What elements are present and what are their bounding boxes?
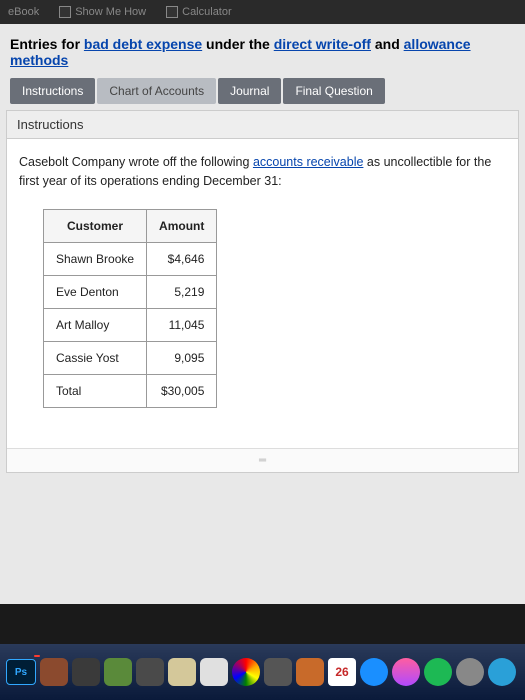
title-mid: under the <box>202 36 274 52</box>
calculator-icon <box>166 6 178 18</box>
link-direct-writeoff[interactable]: direct write-off <box>274 36 371 52</box>
table-row: Art Malloy 11,045 <box>44 308 217 341</box>
cell-customer: Total <box>44 374 147 407</box>
dock-item-app[interactable] <box>488 658 516 686</box>
show-me-how-button[interactable]: Show Me How <box>59 6 146 18</box>
calculator-label: Calculator <box>182 6 232 18</box>
ebook-button[interactable]: eBook <box>8 6 39 18</box>
link-accounts-receivable[interactable]: accounts receivable <box>253 155 363 169</box>
title-mid2: and <box>371 36 404 52</box>
cell-amount: 5,219 <box>147 275 217 308</box>
dock-item-itunes[interactable] <box>392 658 420 686</box>
dock-item-app[interactable] <box>40 658 68 686</box>
dock-item-photoshop[interactable]: Ps <box>6 659 36 685</box>
table-header-row: Customer Amount <box>44 209 217 242</box>
dock-item-app[interactable] <box>264 658 292 686</box>
cell-customer: Shawn Brooke <box>44 242 147 275</box>
table-row-total: Total $30,005 <box>44 374 217 407</box>
photoshop-icon: Ps <box>6 659 36 685</box>
cell-amount: 9,095 <box>147 341 217 374</box>
header-customer: Customer <box>44 209 147 242</box>
writeoff-table: Customer Amount Shawn Brooke $4,646 Eve … <box>43 209 217 408</box>
dock-item-app[interactable] <box>136 658 164 686</box>
cell-amount: 11,045 <box>147 308 217 341</box>
calculator-button[interactable]: Calculator <box>166 6 232 18</box>
tab-chart-of-accounts[interactable]: Chart of Accounts <box>97 78 216 104</box>
tab-bar: Instructions Chart of Accounts Journal F… <box>4 78 521 110</box>
cell-customer: Art Malloy <box>44 308 147 341</box>
header-amount: Amount <box>147 209 217 242</box>
content-area: Entries for bad debt expense under the d… <box>0 24 525 604</box>
instructions-text: Casebolt Company wrote off the following… <box>19 153 506 191</box>
panel-body: Casebolt Company wrote off the following… <box>7 139 518 448</box>
show-me-how-label: Show Me How <box>75 6 146 18</box>
cell-customer: Eve Denton <box>44 275 147 308</box>
cell-customer: Cassie Yost <box>44 341 147 374</box>
tab-final-question[interactable]: Final Question <box>283 78 384 104</box>
table-row: Shawn Brooke $4,646 <box>44 242 217 275</box>
dock-item-app[interactable] <box>168 658 196 686</box>
table-row: Eve Denton 5,219 <box>44 275 217 308</box>
dock-item-app[interactable] <box>72 658 100 686</box>
top-toolbar: eBook Show Me How Calculator <box>0 0 525 24</box>
tab-journal[interactable]: Journal <box>218 78 281 104</box>
dock-item-settings[interactable] <box>456 658 484 686</box>
ebook-label: eBook <box>8 6 39 18</box>
text-part1: Casebolt Company wrote off the following <box>19 155 253 169</box>
link-bad-debt[interactable]: bad debt expense <box>84 36 202 52</box>
dock-item-spotify[interactable] <box>424 658 452 686</box>
instructions-panel: Instructions Casebolt Company wrote off … <box>6 110 519 473</box>
dock-item-ibooks[interactable] <box>296 658 324 686</box>
panel-header: Instructions <box>7 111 518 139</box>
cell-amount: $30,005 <box>147 374 217 407</box>
tab-instructions[interactable]: Instructions <box>10 78 95 104</box>
title-prefix: Entries for <box>10 36 84 52</box>
dock-item-appstore[interactable] <box>360 658 388 686</box>
page-title: Entries for bad debt expense under the d… <box>4 32 521 78</box>
show-me-how-icon <box>59 6 71 18</box>
mac-dock: Ps 26 <box>0 644 525 700</box>
table-row: Cassie Yost 9,095 <box>44 341 217 374</box>
dock-item-app[interactable] <box>104 658 132 686</box>
dock-item-app[interactable] <box>200 658 228 686</box>
cell-amount: $4,646 <box>147 242 217 275</box>
dock-item-photos[interactable] <box>232 658 260 686</box>
calendar-icon[interactable]: 26 <box>328 658 356 686</box>
resize-handle-icon[interactable]: ═ <box>7 448 518 472</box>
notification-badge <box>34 655 40 657</box>
